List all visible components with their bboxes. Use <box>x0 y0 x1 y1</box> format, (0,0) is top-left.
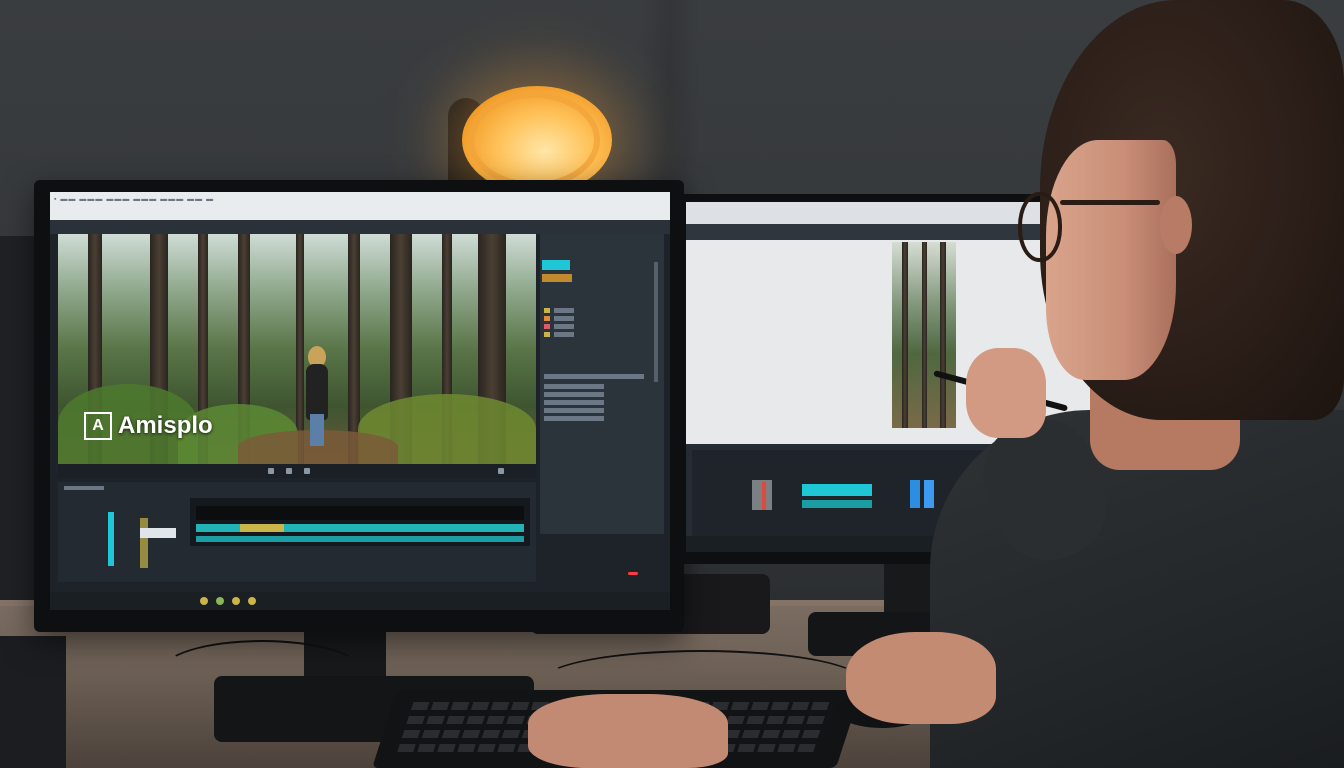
speaker <box>0 636 66 768</box>
power-led <box>628 572 638 575</box>
editor-menu-bar: ▪ ▬▬ ▬▬▬ ▬▬▬ ▬▬▬ ▬▬▬ ▬▬ ▬ <box>54 196 215 203</box>
taskbar-icon[interactable] <box>248 597 256 605</box>
timeline[interactable] <box>58 482 536 582</box>
audio-meter <box>108 512 114 566</box>
tag-icon <box>544 308 550 313</box>
audio-meter <box>140 518 148 568</box>
panel-row[interactable] <box>554 332 574 337</box>
brand-watermark: Amisplo <box>118 412 213 439</box>
panel-row[interactable] <box>544 392 604 397</box>
person-hand <box>846 632 996 724</box>
taskbar-icon[interactable] <box>232 597 240 605</box>
effects-panel[interactable] <box>540 234 664 534</box>
panel-scrollbar[interactable] <box>654 262 658 382</box>
tag-icon <box>544 332 550 337</box>
cable <box>160 640 364 704</box>
step-forward-icon[interactable] <box>304 468 310 474</box>
tree-trunk <box>940 242 946 428</box>
color-swatch[interactable] <box>542 260 570 270</box>
person-hand <box>966 348 1046 438</box>
clip[interactable] <box>910 480 920 508</box>
glasses <box>1018 192 1062 262</box>
panel-row[interactable] <box>544 384 604 389</box>
clip[interactable] <box>240 524 284 532</box>
person-in-video-body <box>306 364 328 420</box>
brand-logo-icon: A <box>84 412 112 440</box>
audio-track[interactable] <box>196 536 524 542</box>
video-preview: A Amisplo <box>58 234 536 464</box>
step-back-icon[interactable] <box>268 468 274 474</box>
panel-row[interactable] <box>554 308 574 313</box>
color-swatch[interactable] <box>542 274 572 282</box>
track-area[interactable] <box>190 498 530 546</box>
audio-track[interactable] <box>802 484 872 496</box>
lamp-rim <box>468 92 600 188</box>
panel-row[interactable] <box>554 316 574 321</box>
editor-titlebar: ▪ ▬▬ ▬▬▬ ▬▬▬ ▬▬▬ ▬▬▬ ▬▬ ▬ <box>50 192 670 220</box>
panel-row[interactable] <box>544 408 604 413</box>
taskbar-icon[interactable] <box>200 597 208 605</box>
person-hand <box>528 694 728 768</box>
playback-controls[interactable] <box>58 464 536 478</box>
tag-icon <box>544 316 550 321</box>
editor-tabs <box>50 220 670 234</box>
panel-row[interactable] <box>544 416 604 421</box>
person-in-video-legs <box>310 414 324 446</box>
clip[interactable] <box>924 480 934 508</box>
timeline-label <box>64 486 104 490</box>
tag-icon <box>544 324 550 329</box>
photo-thumbnail[interactable] <box>892 242 956 428</box>
video-track[interactable] <box>196 506 524 520</box>
taskbar-icon[interactable] <box>216 597 224 605</box>
volume-slider[interactable] <box>140 528 176 538</box>
panel-row[interactable] <box>554 324 574 329</box>
settings-icon[interactable] <box>498 468 504 474</box>
playhead[interactable] <box>762 482 766 510</box>
taskbar[interactable] <box>50 592 670 610</box>
tree-trunk <box>902 242 908 428</box>
person-ear <box>1160 196 1192 254</box>
panel-row[interactable] <box>544 400 604 405</box>
panel-row[interactable] <box>544 374 644 379</box>
play-icon[interactable] <box>286 468 292 474</box>
tree-trunk <box>922 242 927 428</box>
person-face <box>1046 140 1176 380</box>
left-screen: ▪ ▬▬ ▬▬▬ ▬▬▬ ▬▬▬ ▬▬▬ ▬▬ ▬ A Amisplo <box>50 192 670 610</box>
audio-track[interactable] <box>802 500 872 508</box>
glasses-arm <box>1060 200 1160 205</box>
